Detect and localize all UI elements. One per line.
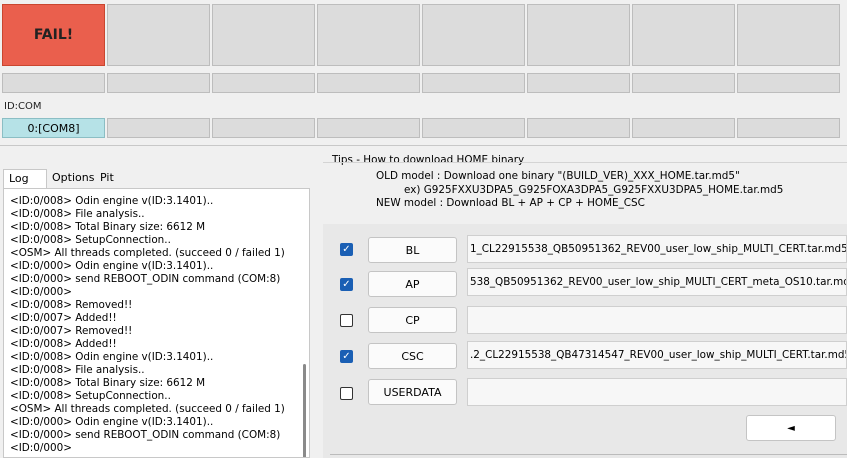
- progress-bar-3: [212, 73, 315, 93]
- start-button[interactable]: ◄: [746, 415, 836, 441]
- cp-button[interactable]: CP: [368, 307, 457, 333]
- ap-button-label: AP: [405, 277, 420, 291]
- com-port-5: [422, 118, 525, 138]
- log-line: <ID:0/000> Odin engine v(ID:3.1401)..: [10, 260, 214, 272]
- log-line: <ID:0/008> File analysis..: [10, 208, 145, 220]
- log-line: <ID:0/000>: [10, 286, 72, 298]
- com-port-1: 0:[COM8]: [2, 118, 105, 138]
- log-line: <ID:0/008> File analysis..: [10, 364, 145, 376]
- progress-bar-8: [737, 73, 840, 93]
- status-box-2: [107, 4, 210, 66]
- tab-options-label: Options: [52, 171, 95, 184]
- log-line: <ID:0/008> Removed!!: [10, 299, 133, 311]
- bl-button[interactable]: BL: [368, 237, 457, 263]
- tips-line-3: NEW model : Download BL + AP + CP + HOME…: [376, 197, 645, 209]
- log-line: <ID:0/008> Total Binary size: 6612 M: [10, 221, 206, 233]
- log-scroll-thumb[interactable]: [303, 364, 306, 457]
- cp-checkbox[interactable]: [340, 314, 353, 327]
- ap-path-field[interactable]: 538_QB50951362_REV00_user_low_ship_MULTI…: [467, 268, 847, 296]
- csc-checkbox[interactable]: ✓: [340, 350, 353, 363]
- log-line: <OSM> All threads completed. (succeed 0 …: [10, 247, 285, 259]
- log-scrollbar[interactable]: [298, 191, 306, 457]
- log-line: <ID:0/008> Odin engine v(ID:3.1401)..: [10, 195, 214, 207]
- cp-button-label: CP: [405, 313, 420, 327]
- log-line: <ID:0/007> Added!!: [10, 312, 117, 324]
- tab-log[interactable]: Log: [3, 169, 47, 189]
- userdata-button-label: USERDATA: [383, 385, 442, 399]
- log-text: <ID:0/008> Odin engine v(ID:3.1401).. <ID…: [10, 195, 291, 455]
- com-port-7: [632, 118, 735, 138]
- userdata-checkbox[interactable]: [340, 387, 353, 400]
- csc-button-label: CSC: [401, 349, 424, 363]
- com-port-3: [212, 118, 315, 138]
- tab-pit[interactable]: Pit: [95, 169, 123, 187]
- status-box-7: [632, 4, 735, 66]
- status-fail-box: FAIL!: [2, 4, 105, 66]
- progress-bar-6: [527, 73, 630, 93]
- log-line: <OSM> All threads completed. (succeed 0 …: [10, 403, 285, 415]
- bl-checkbox[interactable]: ✓: [340, 243, 353, 256]
- com-port-2: [107, 118, 210, 138]
- com-port-label: 0:[COM8]: [27, 121, 80, 135]
- play-left-arrow-icon: ◄: [787, 422, 795, 434]
- status-box-4: [317, 4, 420, 66]
- status-fail-label: FAIL!: [33, 27, 74, 43]
- tips-line-1: OLD model : Download one binary "(BUILD_…: [376, 170, 740, 182]
- ap-button[interactable]: AP: [368, 271, 457, 297]
- status-box-8: [737, 4, 840, 66]
- csc-button[interactable]: CSC: [368, 343, 457, 369]
- status-box-3: [212, 4, 315, 66]
- progress-bar-2: [107, 73, 210, 93]
- log-line: <ID:0/000>: [10, 442, 72, 454]
- log-line: <ID:0/008> Odin engine v(ID:3.1401)..: [10, 351, 214, 363]
- log-panel[interactable]: <ID:0/008> Odin engine v(ID:3.1401).. <ID…: [3, 188, 310, 458]
- log-line: <ID:0/008> SetupConnection..: [10, 234, 171, 246]
- csc-path-field[interactable]: .2_CL22915538_QB47314547_REV00_user_low_…: [467, 341, 847, 369]
- ap-checkbox[interactable]: ✓: [340, 278, 353, 291]
- com-port-4: [317, 118, 420, 138]
- com-port-6: [527, 118, 630, 138]
- progress-bar-1: [2, 73, 105, 93]
- bottom-divider: [330, 454, 847, 455]
- status-box-5: [422, 4, 525, 66]
- cp-path-field[interactable]: [467, 306, 847, 334]
- userdata-path-field[interactable]: [467, 378, 847, 406]
- tab-pit-label: Pit: [100, 171, 114, 184]
- idcom-label: ID:COM: [4, 101, 42, 112]
- section-divider: [0, 145, 847, 146]
- status-box-6: [527, 4, 630, 66]
- tab-log-label: Log: [9, 172, 29, 185]
- userdata-button[interactable]: USERDATA: [368, 379, 457, 405]
- progress-bar-5: [422, 73, 525, 93]
- log-line: <ID:0/008> Added!!: [10, 338, 117, 350]
- log-line: <ID:0/007> Removed!!: [10, 325, 133, 337]
- bl-path-field[interactable]: 1_CL22915538_QB50951362_REV00_user_low_s…: [467, 235, 847, 263]
- tab-options[interactable]: Options: [47, 169, 95, 187]
- log-line: <ID:0/000> send REBOOT_ODIN command (COM…: [10, 429, 281, 441]
- progress-bar-4: [317, 73, 420, 93]
- log-line: <ID:0/008> Total Binary size: 6612 M: [10, 377, 206, 389]
- log-line: <ID:0/008> SetupConnection..: [10, 390, 171, 402]
- tips-line-2: ex) G925FXXU3DPA5_G925FOXA3DPA5_G925FXXU…: [404, 184, 784, 196]
- progress-bar-7: [632, 73, 735, 93]
- bl-button-label: BL: [405, 243, 420, 257]
- log-line: <ID:0/000> send REBOOT_ODIN command (COM…: [10, 273, 281, 285]
- com-port-8: [737, 118, 840, 138]
- log-line: <ID:0/000> Odin engine v(ID:3.1401)..: [10, 416, 214, 428]
